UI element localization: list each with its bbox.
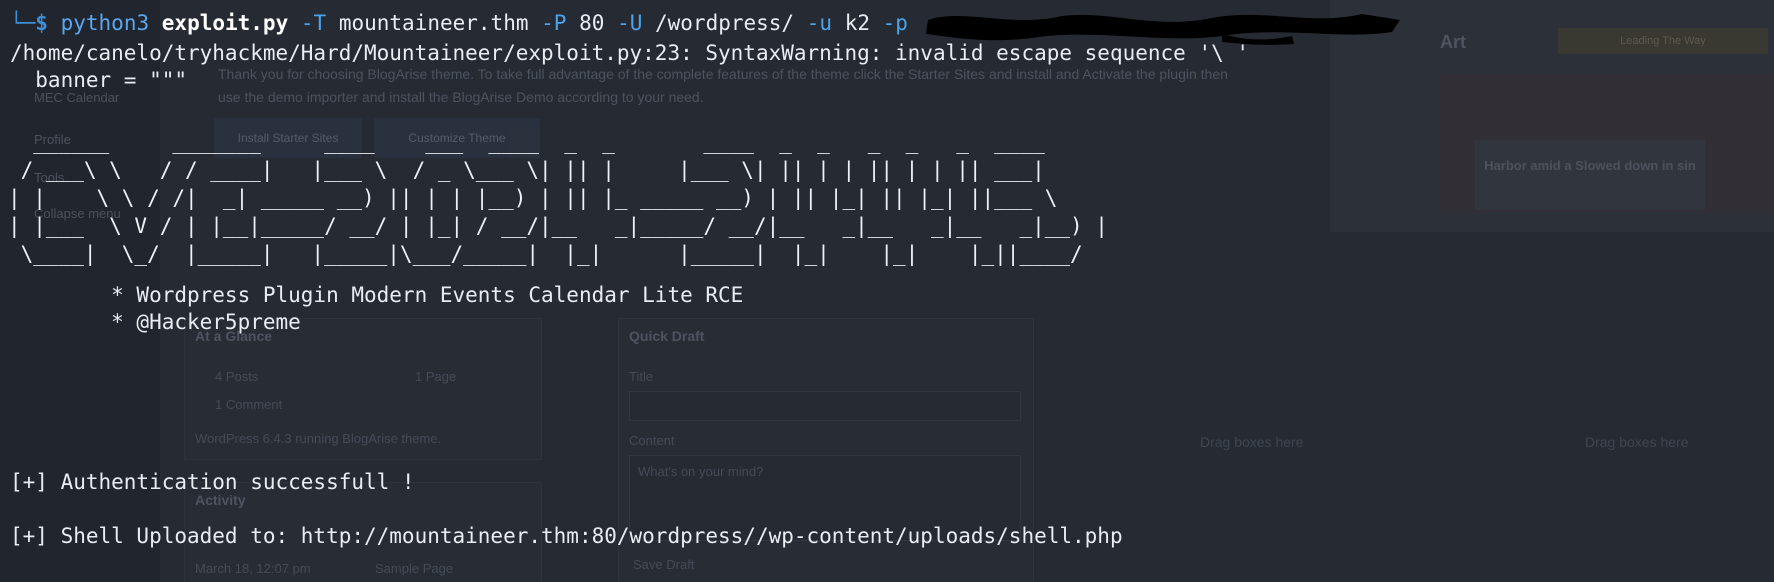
command-target: mountaineer.thm <box>338 11 529 35</box>
ascii-banner-line: | | \ \ / /| _| _____ __) || | | |__) | … <box>8 186 1058 210</box>
command-user: k2 <box>844 11 870 35</box>
banner-assignment-line: banner = """ <box>10 68 188 92</box>
info-author-line: * @Hacker5preme <box>10 310 301 334</box>
command-flag-port: -P <box>541 11 567 35</box>
command-port: 80 <box>579 11 605 35</box>
ascii-banner-line: ______ _______ ____ ___ ____ _ _ ____ _ … <box>8 130 1045 154</box>
auth-success-line: [+] Authentication successfull ! <box>10 470 415 494</box>
command-program: python3 <box>60 11 150 35</box>
cve-ascii-banner: ______ _______ ____ ___ ____ _ _ ____ _ … <box>8 128 1108 268</box>
command-path: /wordpress/ <box>655 11 795 35</box>
screen: MEC Calendar Profile Tools Collapse menu… <box>0 0 1774 582</box>
command-script: exploit.py <box>161 11 289 35</box>
prompt-command-line: └─$ python3 exploit.py -T mountaineer.th… <box>10 10 908 37</box>
command-flag-path: -U <box>617 11 643 35</box>
ascii-banner-line: | |___ \ V / | |__|_____/ __/ | |_| / __… <box>8 214 1108 238</box>
prompt-corner: └─ <box>10 11 36 35</box>
terminal-window[interactable]: └─$ python3 exploit.py -T mountaineer.th… <box>0 0 1774 582</box>
command-flag-target: -T <box>300 11 327 35</box>
command-flag-password: -p <box>882 11 908 35</box>
prompt-symbol: $ <box>35 11 48 35</box>
command-flag-user: -u <box>806 11 833 35</box>
ascii-banner-line: / ___\ \ / / ____| |___ \ / _ \___ \| ||… <box>8 158 1045 182</box>
syntax-warning-line: /home/canelo/tryhackme/Hard/Mountaineer/… <box>10 41 1250 65</box>
ascii-banner-line: \____| \_/ |_____| |_____|\___/_____| |_… <box>8 242 1083 266</box>
info-plugin-line: * Wordpress Plugin Modern Events Calenda… <box>10 283 744 307</box>
shell-upload-line: [+] Shell Uploaded to: http://mountainee… <box>10 524 1123 548</box>
